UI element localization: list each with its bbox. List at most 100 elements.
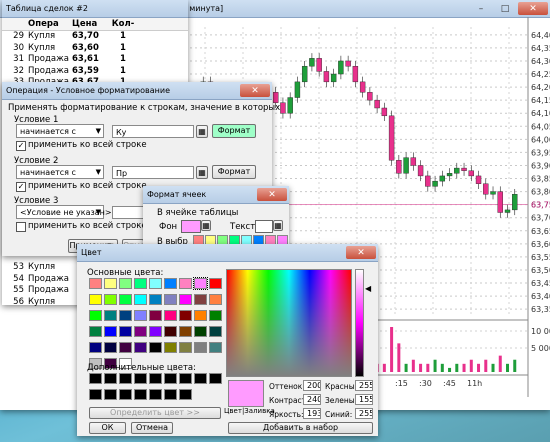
luminance-arrow-icon[interactable]: ◀ — [365, 284, 371, 293]
color-swatch[interactable] — [209, 326, 222, 337]
custom-color-swatch[interactable] — [179, 389, 192, 400]
add-to-custom-button[interactable]: Добавить в набор — [228, 422, 373, 434]
color-swatch[interactable] — [119, 310, 132, 321]
color-swatch[interactable] — [194, 310, 207, 321]
color-swatch[interactable] — [134, 342, 147, 353]
table-row[interactable]: 53 Купля — [2, 262, 72, 274]
custom-color-swatch[interactable] — [149, 373, 162, 384]
table-row[interactable]: 55 Продажа — [2, 285, 72, 297]
color-swatch[interactable] — [179, 310, 192, 321]
condition2-format-button[interactable]: Формат — [212, 165, 256, 179]
close-icon[interactable]: ✕ — [240, 84, 270, 97]
color-swatch[interactable] — [209, 278, 222, 289]
color-swatch[interactable] — [164, 342, 177, 353]
color-swatch[interactable] — [179, 278, 192, 289]
ok-button[interactable]: ОК — [89, 422, 126, 434]
color-swatch[interactable] — [149, 294, 162, 305]
color-swatch[interactable] — [89, 342, 102, 353]
color-swatch[interactable] — [179, 294, 192, 305]
color-swatch[interactable] — [104, 326, 117, 337]
custom-color-swatch[interactable] — [179, 373, 192, 384]
custom-color-swatch[interactable] — [194, 373, 207, 384]
color-swatch[interactable] — [134, 294, 147, 305]
custom-color-swatch[interactable] — [104, 389, 117, 400]
color-swatch[interactable] — [194, 294, 207, 305]
custom-color-swatch[interactable] — [149, 389, 162, 400]
table-row[interactable]: 31 Продажа 63,61 1 — [2, 54, 188, 66]
condition2-operator[interactable]: начинается с ▼ — [16, 165, 104, 179]
condition2-value[interactable]: Пр — [112, 166, 194, 179]
define-custom-color-button[interactable]: Определить цвет >> — [89, 407, 221, 419]
green-input[interactable]: 155 — [355, 394, 373, 405]
color-swatch[interactable] — [149, 310, 162, 321]
color-swatch[interactable] — [119, 278, 132, 289]
cancel-button[interactable]: Отмена — [131, 422, 173, 434]
text-color-swatch[interactable] — [255, 220, 273, 233]
luminance-slider[interactable] — [355, 269, 364, 377]
table-row[interactable]: 29 Купля 63,70 1 — [2, 31, 188, 43]
color-swatch[interactable] — [119, 342, 132, 353]
table-row[interactable]: 30 Купля 63,60 1 — [2, 43, 188, 55]
text-picker-button[interactable]: ▦ — [273, 220, 283, 231]
col-price[interactable]: Цена — [72, 18, 108, 30]
color-swatch[interactable] — [149, 278, 162, 289]
condition3-apply-row-checkbox[interactable] — [16, 222, 26, 232]
condition1-picker-button[interactable]: ▦ — [196, 125, 208, 138]
custom-color-swatch[interactable] — [134, 389, 147, 400]
color-swatch[interactable] — [119, 326, 132, 337]
color-swatch[interactable] — [104, 342, 117, 353]
custom-color-swatch[interactable] — [209, 373, 222, 384]
condition2-apply-row-checkbox[interactable]: ✓ — [16, 182, 26, 192]
lum-input[interactable]: 193 — [303, 408, 321, 419]
col-operation[interactable]: Опера — [28, 18, 72, 30]
color-swatch[interactable] — [104, 294, 117, 305]
custom-color-swatch[interactable] — [164, 389, 177, 400]
condition2-picker-button[interactable]: ▦ — [196, 166, 208, 179]
table-row[interactable]: 32 Продажа 63,59 1 — [2, 66, 188, 78]
color-swatch[interactable] — [89, 294, 102, 305]
close-icon[interactable]: ✕ — [518, 2, 548, 15]
color-swatch[interactable] — [194, 326, 207, 337]
color-spectrum[interactable] — [226, 269, 352, 377]
table-row[interactable]: 56 Купля — [2, 297, 72, 309]
red-input[interactable]: 255 — [355, 380, 373, 391]
custom-color-swatch[interactable] — [119, 373, 132, 384]
custom-color-swatch[interactable] — [89, 389, 102, 400]
color-swatch[interactable] — [134, 326, 147, 337]
condition1-format-button[interactable]: Формат — [212, 124, 256, 138]
custom-color-swatch[interactable] — [164, 373, 177, 384]
color-swatch[interactable] — [134, 310, 147, 321]
color-swatch[interactable] — [149, 326, 162, 337]
color-swatch[interactable] — [89, 310, 102, 321]
color-swatch[interactable] — [179, 326, 192, 337]
close-icon[interactable]: ✕ — [346, 246, 376, 259]
minimize-icon[interactable]: – — [470, 2, 492, 15]
color-swatch[interactable] — [194, 342, 207, 353]
col-qty[interactable]: Кол- — [108, 18, 138, 30]
color-swatch[interactable] — [164, 326, 177, 337]
color-swatch[interactable] — [179, 342, 192, 353]
condition3-operator[interactable]: <Условие не указан> ▼ — [16, 205, 112, 219]
color-swatch[interactable] — [104, 310, 117, 321]
color-swatch[interactable] — [134, 278, 147, 289]
color-swatch[interactable] — [149, 342, 162, 353]
sat-input[interactable]: 240 — [303, 394, 321, 405]
hue-input[interactable]: 200 — [303, 380, 321, 391]
color-swatch[interactable] — [164, 278, 177, 289]
condition1-operator[interactable]: начинается с ▼ — [16, 124, 104, 138]
color-swatch[interactable] — [209, 310, 222, 321]
color-swatch[interactable] — [104, 278, 117, 289]
table-row[interactable]: 54 Продажа — [2, 274, 72, 286]
custom-color-swatch[interactable] — [89, 373, 102, 384]
color-swatch[interactable] — [209, 294, 222, 305]
background-picker-button[interactable]: ▦ — [201, 220, 211, 231]
background-color-swatch[interactable] — [181, 220, 201, 233]
blue-input[interactable]: 255 — [355, 408, 373, 419]
color-swatch[interactable] — [209, 342, 222, 353]
color-swatch[interactable] — [193, 277, 208, 290]
condition1-value[interactable]: Ку — [112, 125, 194, 138]
color-swatch[interactable] — [164, 310, 177, 321]
maximize-icon[interactable]: □ — [494, 2, 516, 15]
color-swatch[interactable] — [89, 326, 102, 337]
color-swatch[interactable] — [164, 294, 177, 305]
